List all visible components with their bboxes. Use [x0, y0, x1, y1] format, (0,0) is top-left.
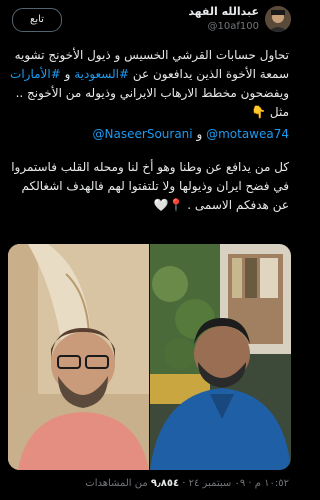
tweet-time[interactable]: ١٠:٥٢ م	[255, 478, 289, 489]
tweet-paragraph-3: كل من يدافع عن وطنا وهو أخ لنا ومحله الق…	[8, 158, 289, 215]
author-display-name[interactable]: عبدالله الفهد	[188, 5, 259, 18]
pointing-down-emoji: 👇	[251, 105, 267, 119]
tweet-meta-footer: ١٠:٥٢ م · ٠٩ سبتمبر ٢٤ · ٩٫٨٥٤ من المشاه…	[8, 478, 289, 496]
tweet-video[interactable]	[8, 244, 291, 470]
follow-button[interactable]: تابع	[12, 8, 62, 32]
tweet-date[interactable]: ٠٩ سبتمبر ٢٤	[189, 478, 246, 489]
hashtag-saudi-link[interactable]: #السعودية	[74, 67, 129, 81]
tweet-paragraph-1: تحاول حسابات القرشي الخسيس و ذيول الأخون…	[8, 46, 289, 122]
tweet-mentions-line: @NaseerSourani و @motawea74	[8, 125, 289, 144]
hashtag-uae-link[interactable]: #الأمارات	[10, 67, 61, 81]
tweet-header: تابع عبدالله الفهد @10af100	[0, 0, 299, 44]
meta-separator: ·	[179, 478, 189, 489]
tweet-text: تحاول حسابات القرشي الخسيس و ذيول الأخون…	[8, 46, 289, 215]
mentions-separator: و	[192, 127, 207, 141]
mention-naseer-link[interactable]: @NaseerSourani	[93, 127, 193, 141]
video-panel-left	[8, 244, 149, 470]
author-handle[interactable]: @10af100	[208, 21, 259, 32]
author-avatar[interactable]	[265, 6, 291, 32]
mention-motawea-link[interactable]: @motawea74	[206, 127, 289, 141]
tweet-text-part: ويفضحون مخطط الارهاب الايراني وذيوله من …	[15, 86, 289, 119]
meta-separator: ·	[245, 478, 255, 489]
tweet-text-part: و	[60, 67, 75, 81]
views-count: ٩٫٨٥٤	[150, 478, 180, 489]
pin-heart-emoji: 📍🤍	[153, 198, 184, 212]
views-label: من المشاهدات	[85, 478, 148, 489]
video-panel-right	[150, 244, 291, 470]
tweet-text-part: كل من يدافع عن وطنا وهو أخ لنا ومحله الق…	[11, 160, 289, 212]
